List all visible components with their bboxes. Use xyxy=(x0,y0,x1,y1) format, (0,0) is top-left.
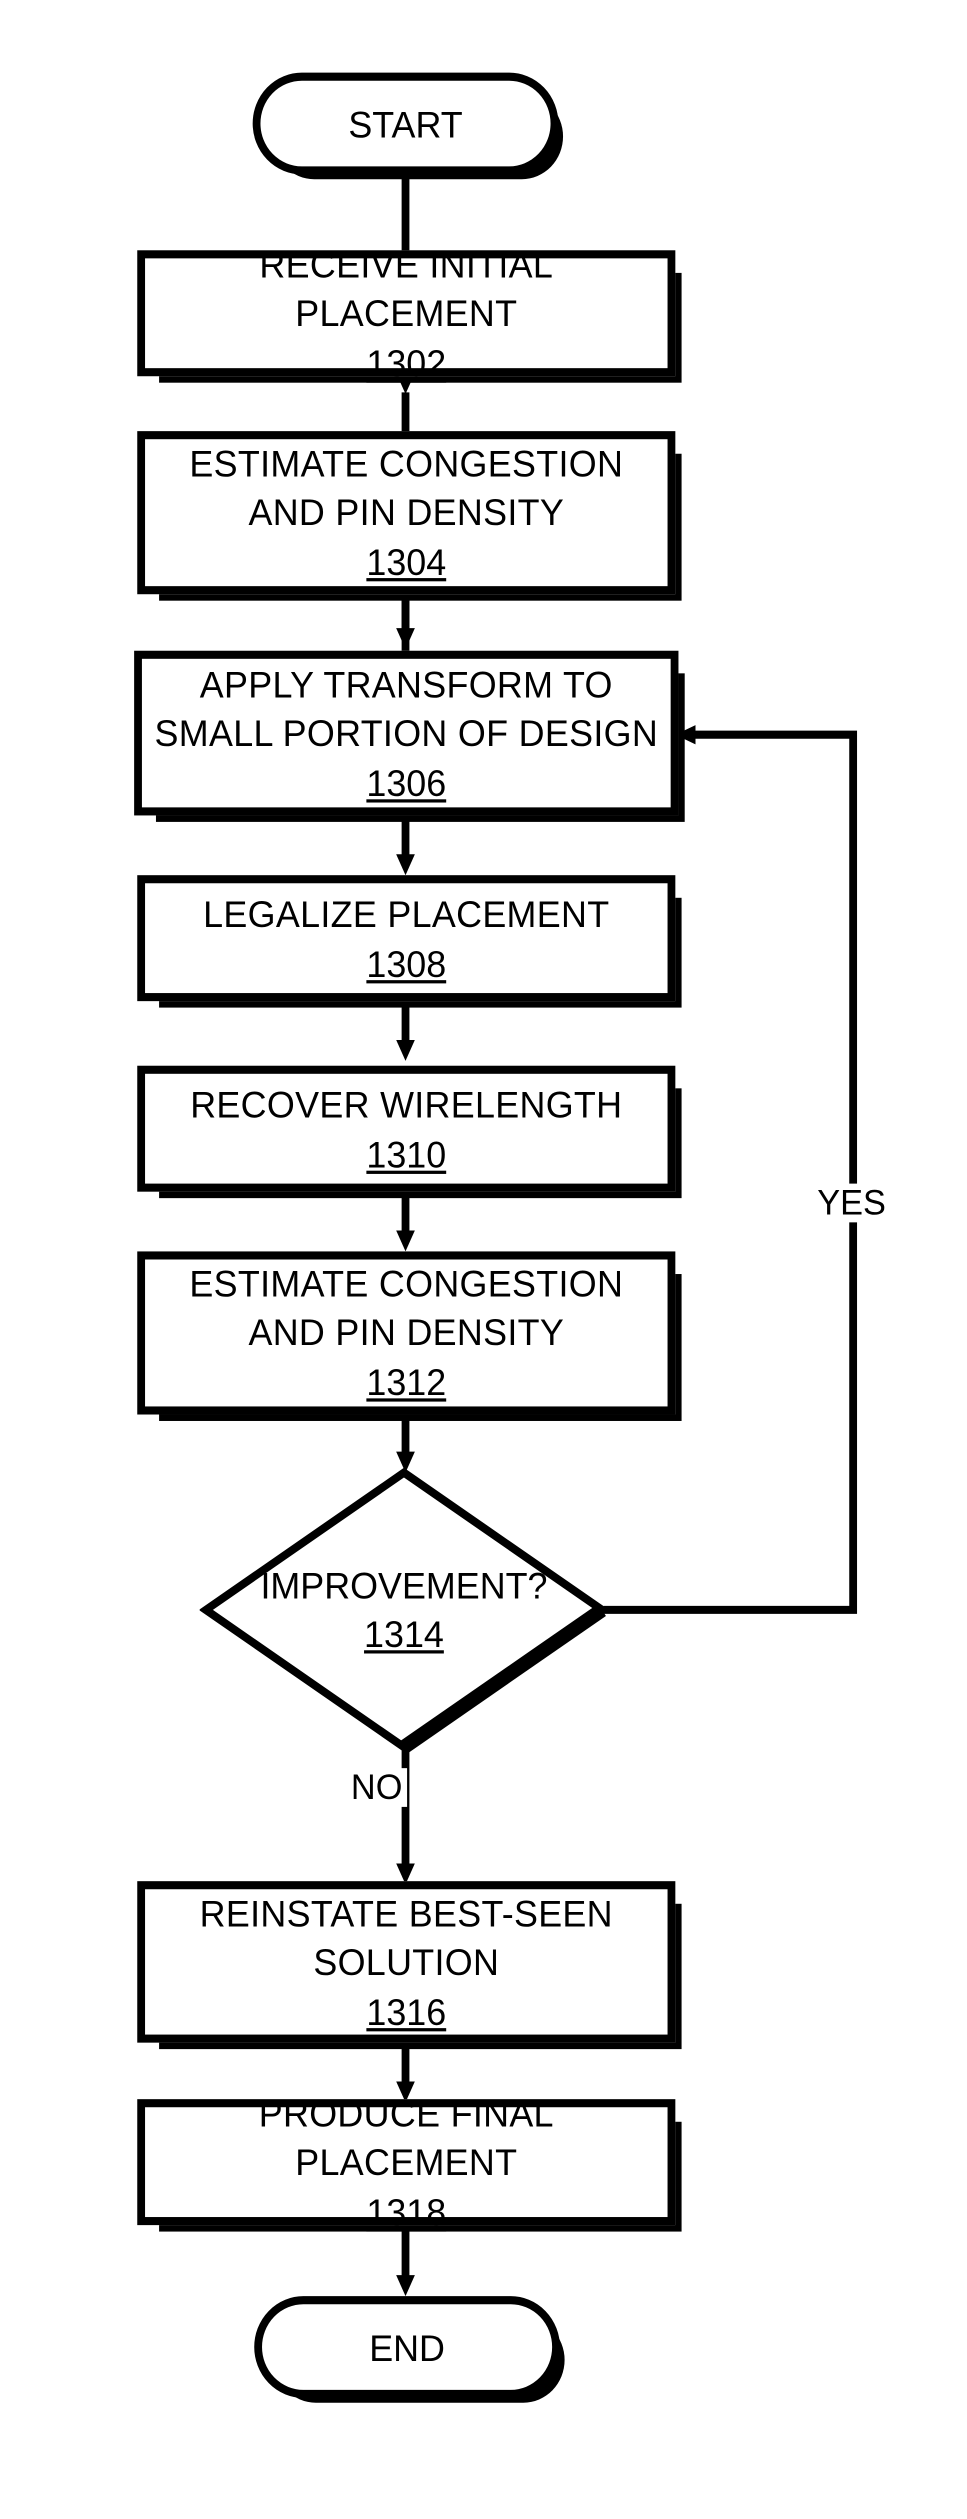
node-produce-final-placement[interactable]: PRODUCE FINAL PLACEMENT 1318 xyxy=(137,2092,682,2232)
node-1314-label: IMPROVEMENT? xyxy=(260,1564,548,1607)
node-start-label: START xyxy=(348,102,463,145)
node-1312-label: ESTIMATE CONGESTION AND PIN DENSITY xyxy=(189,1262,624,1354)
node-legalize-placement[interactable]: LEGALIZE PLACEMENT 1308 xyxy=(137,875,682,1008)
node-recover-wirelength[interactable]: RECOVER WIRELENGTH 1310 xyxy=(137,1065,682,1199)
decision-text-wrap: IMPROVEMENT? 1314 xyxy=(200,1561,609,1658)
node-1304-ref: 1304 xyxy=(366,540,447,583)
node-1304-label: ESTIMATE CONGESTION AND PIN DENSITY xyxy=(189,442,624,533)
node-1318-label: PRODUCE FINAL PLACEMENT xyxy=(258,2091,554,2183)
node-1312-ref: 1312 xyxy=(366,1361,447,1404)
node-end-label: END xyxy=(369,2326,445,2369)
node-start[interactable]: START xyxy=(252,72,564,180)
node-1302-ref: 1302 xyxy=(366,341,447,384)
node-1302-label: RECEIVE INITIAL PLACEMENT xyxy=(259,243,554,334)
node-1314-ref: 1314 xyxy=(364,1613,444,1656)
node-1308-label: LEGALIZE PLACEMENT xyxy=(203,892,610,935)
node-1316-label: REINSTATE BEST-SEEN SOLUTION xyxy=(199,1891,613,1983)
node-1310-label: RECOVER WIRELENGTH xyxy=(190,1082,623,1125)
node-reinstate-best-seen-solution[interactable]: REINSTATE BEST-SEEN SOLUTION 1316 xyxy=(137,1881,682,2050)
node-1308-ref: 1308 xyxy=(366,942,447,985)
edge-label-no: NO xyxy=(346,1768,408,1807)
node-apply-transform[interactable]: APPLY TRANSFORM TO SMALL PORTION OF DESI… xyxy=(134,650,685,822)
node-1316-ref: 1316 xyxy=(366,1990,447,2033)
edge-label-yes: YES xyxy=(812,1183,891,1223)
node-1306-ref: 1306 xyxy=(366,761,447,804)
node-end[interactable]: END xyxy=(254,2296,565,2403)
node-receive-initial-placement[interactable]: RECEIVE INITIAL PLACEMENT 1302 xyxy=(137,243,682,384)
flowchart-canvas: START RECEIVE INITIAL PLACEMENT 1302 EST… xyxy=(0,0,967,2519)
node-estimate-congestion-pin-density-1312[interactable]: ESTIMATE CONGESTION AND PIN DENSITY 1312 xyxy=(137,1251,682,1421)
node-1310-ref: 1310 xyxy=(366,1132,447,1175)
node-1318-ref: 1318 xyxy=(366,2190,447,2233)
node-estimate-congestion-pin-density-1304[interactable]: ESTIMATE CONGESTION AND PIN DENSITY 1304 xyxy=(137,431,682,601)
node-1306-label: APPLY TRANSFORM TO SMALL PORTION OF DESI… xyxy=(154,662,659,754)
node-improvement-decision[interactable]: IMPROVEMENT? 1314 xyxy=(198,1466,610,1754)
